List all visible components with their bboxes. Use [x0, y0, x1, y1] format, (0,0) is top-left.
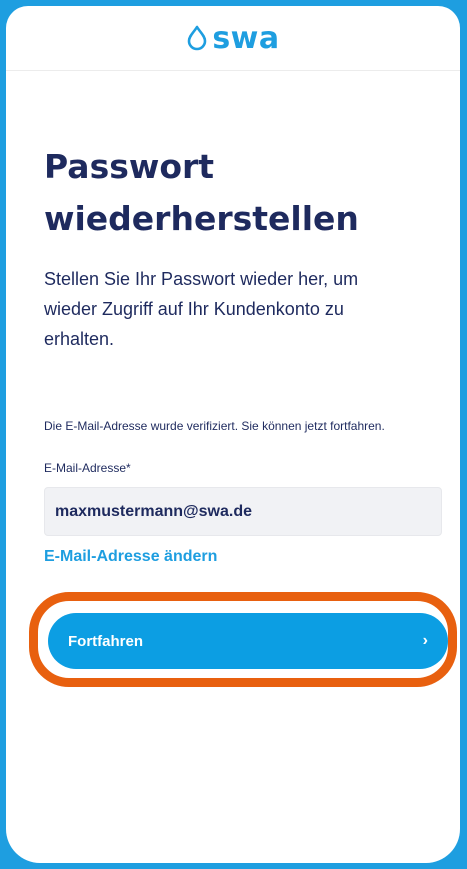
verified-message: Die E-Mail-Adresse wurde verifiziert. Si…	[44, 419, 385, 433]
brand-name: swa	[212, 20, 280, 56]
chevron-right-icon: ›	[422, 632, 428, 649]
email-label: E-Mail-Adresse*	[44, 461, 131, 475]
phone-frame: swa Passwort wiederherstellen Stellen Si…	[6, 6, 460, 863]
drop-outline-icon	[186, 25, 208, 51]
header: swa	[6, 6, 460, 71]
email-field[interactable]	[44, 487, 442, 536]
brand-logo[interactable]: swa	[186, 21, 279, 56]
continue-button-label: Fortfahren	[68, 632, 143, 650]
change-email-link[interactable]: E-Mail-Adresse ändern	[44, 548, 217, 568]
intro-text: Stellen Sie Ihr Passwort wieder her, um …	[44, 269, 359, 349]
page-title: Passwort wiederherstellen	[44, 147, 359, 238]
continue-button[interactable]: Fortfahren ›	[48, 613, 448, 669]
